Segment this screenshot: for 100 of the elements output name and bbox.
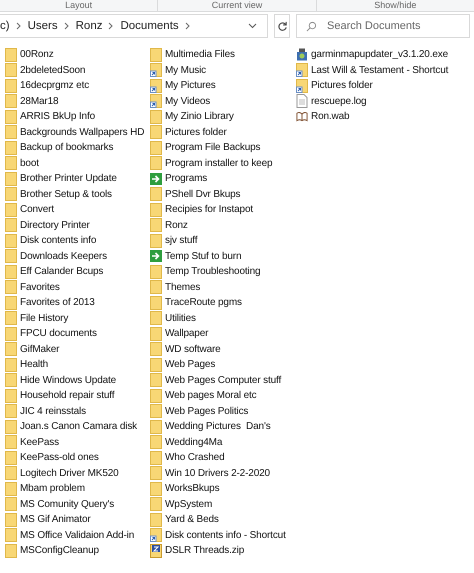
file-item[interactable]: Web Pages xyxy=(150,357,296,372)
file-item[interactable]: TraceRoute pgms xyxy=(150,295,296,310)
file-item[interactable]: KeePass-old ones xyxy=(5,450,150,466)
folder-icon xyxy=(150,264,162,279)
file-item[interactable]: WD software xyxy=(150,342,296,357)
file-item[interactable]: Themes xyxy=(150,280,296,295)
dropdown-icon[interactable] xyxy=(248,23,257,29)
file-item[interactable]: PShell Dvr Bkups xyxy=(150,186,296,202)
file-item[interactable]: boot xyxy=(5,156,150,171)
file-item[interactable]: Utilities xyxy=(150,310,296,326)
file-item[interactable]: Pictures folder xyxy=(150,124,296,140)
file-item[interactable]: Wedding4Ma xyxy=(150,434,296,450)
file-item[interactable]: MSConfigCleanup xyxy=(5,543,150,558)
breadcrumb[interactable]: c) xyxy=(0,20,10,32)
file-item[interactable]: MS Comunity Query's xyxy=(5,496,150,512)
file-item[interactable]: Web Pages Computer stuff xyxy=(150,372,296,388)
file-item[interactable]: ARRIS BkUp Info xyxy=(5,109,150,124)
file-item[interactable]: Win 10 Drivers 2-2-2020 xyxy=(150,466,296,481)
file-item[interactable]: Wedding Pictures Dan's xyxy=(150,419,296,434)
folder-icon xyxy=(150,497,162,512)
file-item[interactable]: File History xyxy=(5,310,150,326)
file-item[interactable]: Disk contents info xyxy=(5,233,150,248)
breadcrumb[interactable]: Users xyxy=(28,20,58,32)
file-item[interactable]: WpSystem xyxy=(150,496,296,512)
folder-icon xyxy=(150,140,162,155)
file-item[interactable]: Health xyxy=(5,357,150,372)
file-item[interactable]: DSLR Threads.zip xyxy=(150,543,296,558)
file-item[interactable]: Joan.s Canon Camara disk xyxy=(5,419,150,434)
file-item[interactable]: Wallpaper xyxy=(150,326,296,342)
folder-icon xyxy=(5,311,17,326)
folder-icon xyxy=(5,78,17,93)
file-item[interactable]: Multimedia Files xyxy=(150,47,296,62)
file-item[interactable]: Mbam problem xyxy=(5,481,150,496)
folder-icon xyxy=(5,497,17,512)
chevron-icon xyxy=(184,22,191,30)
folder-icon xyxy=(5,466,17,480)
file-item[interactable]: Web pages Moral etc xyxy=(150,388,296,404)
search-field[interactable]: Search Documents xyxy=(296,14,470,38)
folder-icon xyxy=(5,450,17,465)
folder-icon xyxy=(5,544,17,558)
file-item[interactable]: MS Gif Animator xyxy=(5,512,150,528)
folder-icon xyxy=(5,373,17,388)
file-item[interactable]: Backgrounds Wallpapers HD xyxy=(5,124,150,140)
refresh-button[interactable] xyxy=(274,14,290,38)
folder-icon xyxy=(5,140,17,155)
file-item[interactable]: WorksBkups xyxy=(150,481,296,496)
file-item[interactable]: Household repair stuff xyxy=(5,388,150,404)
file-item[interactable]: Yard & Beds xyxy=(150,512,296,528)
folder-icon xyxy=(150,466,162,480)
file-item[interactable]: Temp Stuf to burn xyxy=(150,248,296,264)
file-item[interactable]: Convert xyxy=(5,202,150,218)
file-item[interactable]: Brother Setup & tools xyxy=(5,186,150,202)
file-item[interactable]: 16decprgmz etc xyxy=(5,78,150,94)
file-item[interactable]: Temp Troubleshooting xyxy=(150,264,296,280)
file-item[interactable]: Brother Printer Update xyxy=(5,171,150,186)
breadcrumb[interactable]: Documents xyxy=(120,20,179,32)
folder-icon xyxy=(5,249,17,264)
file-item[interactable]: Backup of bookmarks xyxy=(5,140,150,156)
file-item[interactable]: Favorites xyxy=(5,280,150,295)
file-item[interactable]: Pictures folder xyxy=(296,78,474,94)
application-icon xyxy=(296,48,308,62)
file-item[interactable]: Web Pages Politics xyxy=(150,404,296,419)
file-item[interactable]: Eff Calander Bcups xyxy=(5,264,150,280)
file-item[interactable]: JIC 4 reinsstals xyxy=(5,404,150,419)
folder-icon xyxy=(150,48,162,62)
address-bar[interactable]: c) Users Ronz Documents xyxy=(0,14,268,38)
file-item[interactable]: Disk contents info - Shortcut xyxy=(150,528,296,543)
file-item[interactable]: Logitech Driver MK520 xyxy=(5,466,150,481)
file-item[interactable]: Recipies for Instapot xyxy=(150,202,296,218)
file-item[interactable]: Ron.wab xyxy=(296,109,474,124)
file-item[interactable]: My Pictures xyxy=(150,78,296,94)
file-item[interactable]: Program File Backups xyxy=(150,140,296,156)
file-item[interactable]: Downloads Keepers xyxy=(5,248,150,264)
file-item[interactable]: Programs xyxy=(150,171,296,186)
file-item[interactable]: GifMaker xyxy=(5,342,150,357)
file-item[interactable]: MS Office Validaion Add-in xyxy=(5,528,150,543)
file-item[interactable]: FPCU documents xyxy=(5,326,150,342)
file-item[interactable]: Hide Windows Update xyxy=(5,372,150,388)
file-item[interactable]: 00Ronz xyxy=(5,47,150,62)
file-item[interactable]: 2bdeletedSoon xyxy=(5,62,150,78)
file-item[interactable]: My Music xyxy=(150,62,296,78)
file-item[interactable]: 28Mar18 xyxy=(5,94,150,109)
file-item[interactable]: Favorites of 2013 xyxy=(5,295,150,310)
search-icon xyxy=(306,21,317,32)
breadcrumb[interactable]: Ronz xyxy=(76,20,102,32)
file-item[interactable]: KeePass xyxy=(5,434,150,450)
file-item[interactable]: garminmapupdater_v3.1.20.exe xyxy=(296,47,474,62)
file-item[interactable]: rescuepe.log xyxy=(296,94,474,109)
file-item[interactable]: sjv stuff xyxy=(150,233,296,248)
file-item[interactable]: Last Will & Testament - Shortcut xyxy=(296,62,474,78)
file-item[interactable]: Who Crashed xyxy=(150,450,296,466)
ribbon-group-label: Show/hide xyxy=(373,0,418,11)
file-item[interactable]: My Zinio Library xyxy=(150,109,296,124)
folder-icon xyxy=(150,218,162,232)
file-item[interactable]: Directory Printer xyxy=(5,218,150,233)
file-item[interactable]: Ronz xyxy=(150,218,296,233)
folder-icon xyxy=(150,296,162,310)
folder-icon xyxy=(5,264,17,279)
file-item[interactable]: My Videos xyxy=(150,94,296,109)
file-item[interactable]: Program installer to keep xyxy=(150,156,296,171)
